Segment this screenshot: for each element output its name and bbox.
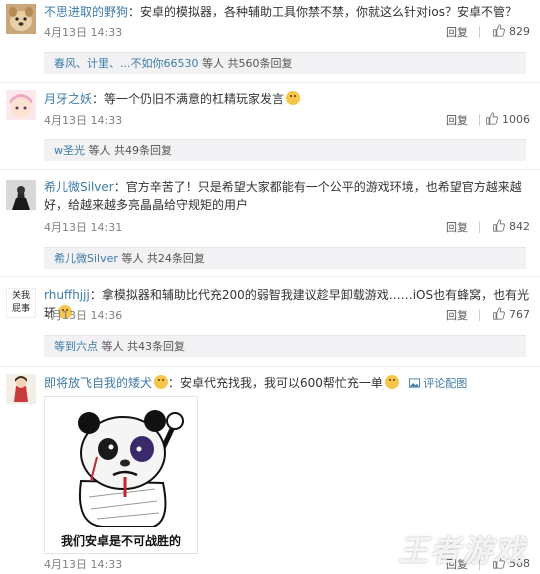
like-count: 767 xyxy=(509,308,530,321)
reply-count[interactable]: 等人 共560条回复 xyxy=(198,57,293,70)
comment-author[interactable]: rhuffhjjj xyxy=(44,288,90,302)
divider xyxy=(0,276,540,277)
divider xyxy=(0,169,540,170)
divider xyxy=(0,366,540,367)
thumbs-up-icon xyxy=(493,219,505,232)
comment-time: 4月13日 14:33 xyxy=(44,114,123,127)
reply-names[interactable]: 等到六点 xyxy=(54,340,98,353)
divider xyxy=(479,309,480,321)
comment-image[interactable]: 我们安卓是不可战胜的 xyxy=(44,396,198,554)
avatar[interactable] xyxy=(6,180,36,210)
reply-button[interactable]: 回复 xyxy=(446,307,468,323)
comment-author[interactable]: 不思进取的野狗 xyxy=(44,5,128,19)
like-button[interactable]: 829 xyxy=(492,24,530,38)
thumbs-up-icon xyxy=(486,112,498,125)
divider xyxy=(479,26,480,38)
reply-names[interactable]: 春风、计里、...不如你66530 xyxy=(54,57,198,70)
comment-author[interactable]: 月牙之妖 xyxy=(44,92,92,106)
comment-text: ：安卓代充找我，我可以600帮忙充一单 xyxy=(168,376,383,390)
reply-summary[interactable]: w圣光 等人 共49条回复 xyxy=(44,139,526,161)
reply-button[interactable]: 回复 xyxy=(446,112,468,128)
dog-emoji-icon xyxy=(154,375,169,389)
thumbs-up-icon xyxy=(493,307,505,320)
grin-emoji-icon xyxy=(286,91,301,105)
reply-names[interactable]: w圣光 xyxy=(54,144,85,157)
like-button[interactable]: 842 xyxy=(492,219,530,233)
comment-author[interactable]: 希儿微Silver xyxy=(44,180,114,194)
reply-names[interactable]: 希儿微Silver xyxy=(54,252,118,265)
comment-time: 4月13日 14:33 xyxy=(44,558,123,571)
divider xyxy=(479,221,480,233)
comment-text: ：官方辛苦了！只是希望大家都能有一个公平的游戏环境，也希望官方越来越好，给越来越… xyxy=(44,180,522,212)
reply-summary[interactable]: 等到六点 等人 共43条回复 xyxy=(44,335,526,357)
image-link-label: 评论配图 xyxy=(423,377,468,390)
comment-time: 4月13日 14:31 xyxy=(44,221,123,234)
comment-text: ：安卓的模拟器，各种辅助工具你禁不禁，你就这么针对ios？安卓不管？ xyxy=(128,5,517,19)
comment-image-link[interactable]: 评论配图 xyxy=(408,377,468,390)
thumbs-up-icon xyxy=(493,24,505,37)
like-count: 1006 xyxy=(502,113,530,126)
watermark: 王者游戏 xyxy=(398,534,526,569)
avatar[interactable]: 关我 屁事 xyxy=(6,288,36,318)
like-button[interactable]: 767 xyxy=(492,307,530,321)
like-count: 842 xyxy=(509,220,530,233)
avatar[interactable] xyxy=(6,4,36,34)
comment-time: 4月13日 14:36 xyxy=(44,309,123,322)
reply-count[interactable]: 等人 共24条回复 xyxy=(118,252,205,265)
reply-button[interactable]: 回复 xyxy=(446,24,468,40)
reply-button[interactable]: 回复 xyxy=(446,219,468,235)
avatar[interactable] xyxy=(6,90,36,120)
like-count: 829 xyxy=(509,25,530,38)
comment-text: ：等一个仍旧不满意的杠精玩家发言 xyxy=(92,92,285,106)
image-icon xyxy=(408,378,420,388)
reply-count[interactable]: 等人 共43条回复 xyxy=(98,340,185,353)
like-button[interactable]: 1006 xyxy=(485,112,530,126)
reply-count[interactable]: 等人 共49条回复 xyxy=(85,144,172,157)
divider xyxy=(0,82,540,83)
reply-summary[interactable]: 希儿微Silver 等人 共24条回复 xyxy=(44,247,526,269)
comment-author[interactable]: 即将放飞自我的矮犬 xyxy=(44,376,152,390)
image-caption: 我们安卓是不可战胜的 xyxy=(60,534,181,548)
avatar[interactable] xyxy=(6,374,36,404)
avatar-text: 关我 屁事 xyxy=(11,291,30,314)
divider xyxy=(479,114,480,126)
smile-emoji-icon xyxy=(384,375,399,389)
reply-summary[interactable]: 春风、计里、...不如你66530 等人 共560条回复 xyxy=(44,52,526,74)
panda-meme-illustration xyxy=(78,410,184,528)
comment-time: 4月13日 14:33 xyxy=(44,26,123,39)
